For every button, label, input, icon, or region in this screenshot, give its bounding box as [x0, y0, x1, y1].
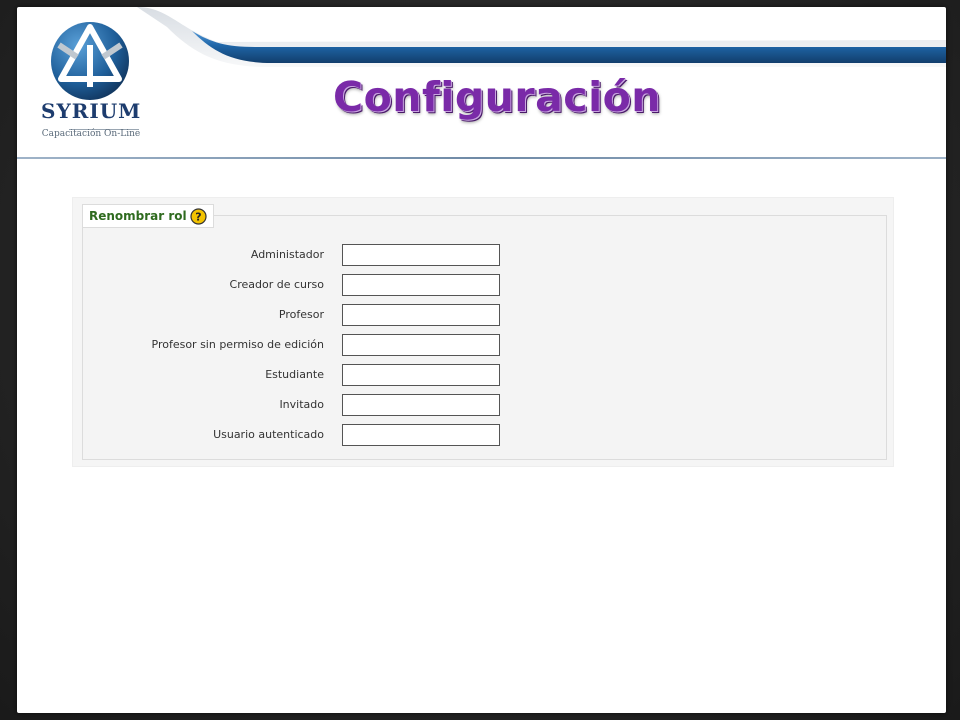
field-row: Usuario autenticado	[74, 424, 894, 448]
field-label: Usuario autenticado	[213, 428, 324, 441]
page-title: Configuración	[333, 73, 661, 121]
legend-text: Renombrar rol	[89, 209, 187, 223]
fieldset-legend: Renombrar rol ?	[82, 204, 214, 228]
svg-text:?: ?	[195, 210, 201, 223]
field-row: Invitado	[74, 394, 894, 418]
field-row: Estudiante	[74, 364, 894, 388]
field-label: Administador	[250, 248, 324, 261]
logo-wordmark: SYRIUM	[41, 99, 142, 123]
logo-tagline: Capacitación On-Line	[41, 129, 141, 139]
field-label: Estudiante	[265, 368, 324, 381]
field-label: Creador de curso	[229, 278, 324, 291]
header-divider	[17, 157, 946, 159]
role-name-input-profesor-sin-permiso[interactable]	[342, 334, 500, 356]
field-label: Profesor	[278, 308, 324, 321]
role-name-input-profesor[interactable]	[342, 304, 500, 326]
slide: SYRIUM Capacitación On-Line Configuració…	[17, 7, 946, 713]
role-name-input-estudiante[interactable]	[342, 364, 500, 386]
role-name-input-creador-de-curso[interactable]	[342, 274, 500, 296]
role-name-input-administador[interactable]	[342, 244, 500, 266]
field-label: Profesor sin permiso de edición	[151, 338, 325, 351]
field-label: Invitado	[279, 398, 324, 411]
field-row: Creador de curso	[74, 274, 894, 298]
field-row: Profesor sin permiso de edición	[74, 334, 894, 358]
rename-role-fieldset: Administador Creador de curso Profesor P…	[82, 215, 887, 460]
field-row: Profesor	[74, 304, 894, 328]
role-name-input-invitado[interactable]	[342, 394, 500, 416]
question-icon[interactable]: ?	[190, 207, 207, 225]
role-name-input-usuario-autenticado[interactable]	[342, 424, 500, 446]
field-row: Administador	[74, 244, 894, 268]
form-panel: Administador Creador de curso Profesor P…	[72, 197, 894, 467]
